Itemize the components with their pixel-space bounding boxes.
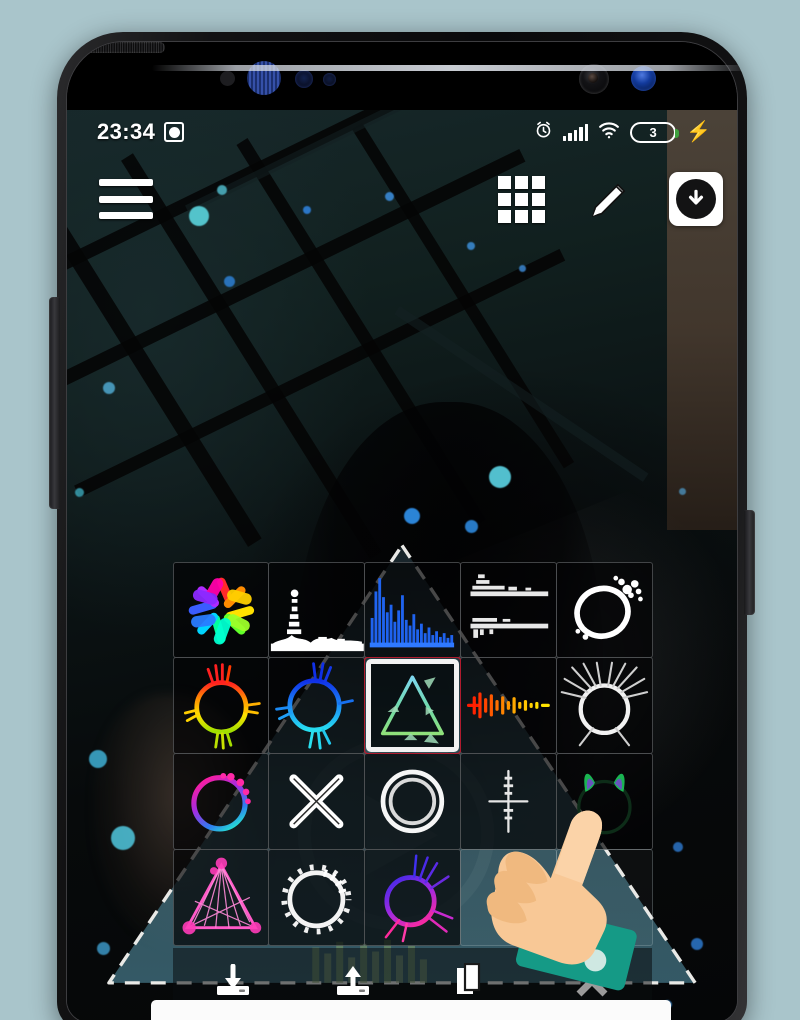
preset-cell-white-double-ring[interactable] <box>364 753 461 850</box>
earpiece-speaker-grille <box>67 42 165 53</box>
preset-cell-white-dashed-ring[interactable] <box>268 848 366 946</box>
preset-cell-white-waveform-landscape[interactable] <box>268 561 366 659</box>
thumbnail-blue-ring-rays <box>275 662 355 750</box>
bokeh-dot <box>97 942 110 955</box>
bokeh-dot <box>489 466 511 488</box>
bokeh-dot <box>673 842 683 852</box>
preset-grid[interactable] <box>172 561 653 946</box>
bokeh-dot <box>404 508 420 524</box>
grid-view-icon[interactable] <box>498 175 545 223</box>
preset-cell-pink-cyan-ring[interactable] <box>172 753 270 850</box>
bokeh-dot <box>224 276 235 287</box>
preset-cell-white-ring-starburst[interactable] <box>555 657 653 755</box>
bokeh-dot <box>679 488 686 495</box>
pencil-edit-icon[interactable] <box>587 176 633 222</box>
status-bar: 23:34 3 ⚡ <box>67 110 737 154</box>
bokeh-dot <box>103 382 115 394</box>
selection-inner-frame <box>366 659 459 753</box>
preset-cell-white-ring-spiky[interactable] <box>555 561 653 659</box>
preset-cell-green-cat-ears-ring[interactable] <box>555 753 653 850</box>
bokeh-dot <box>691 938 703 950</box>
preset-cell-blue-spectrum-bars[interactable] <box>364 561 461 659</box>
thumbnail-white-cross-x <box>289 774 344 829</box>
preset-cell-rainbow-ring-rays[interactable] <box>172 657 270 755</box>
front-camera-icon <box>579 64 609 94</box>
duplicate-icon <box>452 963 492 998</box>
thumbnail-white-waveform-landscape <box>271 589 365 651</box>
app-toolbar <box>67 154 737 244</box>
preset-cell-empty-slot <box>459 848 557 946</box>
thumbnail-green-triangle-visualizer <box>380 675 445 744</box>
remove-x-icon <box>574 964 610 998</box>
preset-cell-blue-ring-rays[interactable] <box>268 657 366 755</box>
status-bar-right: 3 ⚡ <box>534 120 711 144</box>
preset-cell-white-plus-cross-thin[interactable] <box>459 753 557 850</box>
phone-device-frame: 23:34 3 ⚡ <box>57 32 747 1020</box>
thumbnail-purple-magenta-ring <box>384 854 454 943</box>
preset-cell-white-cross-x[interactable] <box>268 753 366 850</box>
preset-cell-empty-slot <box>555 848 653 946</box>
iris-scanner-icon <box>247 61 281 95</box>
ambient-sensor-icon <box>323 73 336 86</box>
preset-cell-white-dual-line-spectrum[interactable] <box>459 561 557 659</box>
battery-level-text: 3 <box>649 124 657 140</box>
thumbnail-blue-spectrum-bars <box>369 577 455 647</box>
light-sensor-icon <box>295 70 313 88</box>
volume-rocker-button[interactable] <box>49 297 60 509</box>
load-from-file-icon <box>331 964 375 998</box>
thumbnail-white-ring-spiky <box>573 575 643 640</box>
thumbnail-red-orange-waveform <box>466 692 550 719</box>
phone-screen: 23:34 3 ⚡ <box>67 110 737 1020</box>
thumbnail-white-double-ring <box>380 769 445 834</box>
thumbnail-white-plus-cross-thin <box>488 770 529 833</box>
status-bar-left: 23:34 <box>97 119 185 145</box>
thumbnail-white-ring-starburst <box>560 662 648 747</box>
do-not-disturb-icon <box>164 122 185 142</box>
charging-bolt-icon: ⚡ <box>686 121 711 143</box>
bokeh-dot <box>75 488 84 497</box>
thumbnail-rainbow-ring-rays <box>183 663 261 750</box>
phone-screen-bezel: 23:34 3 ⚡ <box>66 41 738 1020</box>
thumbnail-white-dashed-ring <box>281 864 352 935</box>
battery-icon: 3 <box>630 121 680 143</box>
status-clock: 23:34 <box>97 119 156 144</box>
hamburger-menu-icon[interactable] <box>99 179 153 219</box>
preset-cell-green-triangle-visualizer[interactable] <box>364 657 461 755</box>
thumbnail-white-dual-line-spectrum <box>470 573 549 638</box>
iris-led-icon <box>631 66 656 91</box>
thumbnail-green-cat-ears-ring <box>576 773 632 835</box>
proximity-sensor-icon <box>220 71 235 86</box>
save-to-file-icon <box>211 964 255 998</box>
preset-cell-rainbow-star-burst[interactable] <box>172 561 270 659</box>
thumbnail-rainbow-star-burst <box>188 577 254 645</box>
bokeh-dot <box>519 265 526 272</box>
bottom-panel-sliver <box>151 1000 671 1020</box>
thumbnail-pink-triangle-web <box>182 857 261 935</box>
wifi-icon <box>598 121 620 144</box>
preset-cell-purple-magenta-ring[interactable] <box>364 848 461 946</box>
cellular-signal-icon <box>562 123 589 141</box>
preset-cell-red-orange-waveform[interactable] <box>459 657 557 755</box>
bokeh-dot <box>111 826 135 850</box>
preset-cell-pink-triangle-web[interactable] <box>172 848 270 946</box>
bokeh-dot <box>89 750 107 768</box>
alarm-clock-icon <box>534 120 553 144</box>
bokeh-dot <box>465 520 478 533</box>
phone-top-bezel <box>67 42 737 110</box>
download-arrow-icon[interactable] <box>669 172 723 226</box>
thumbnail-pink-cyan-ring <box>190 773 251 832</box>
power-button[interactable] <box>744 510 755 615</box>
